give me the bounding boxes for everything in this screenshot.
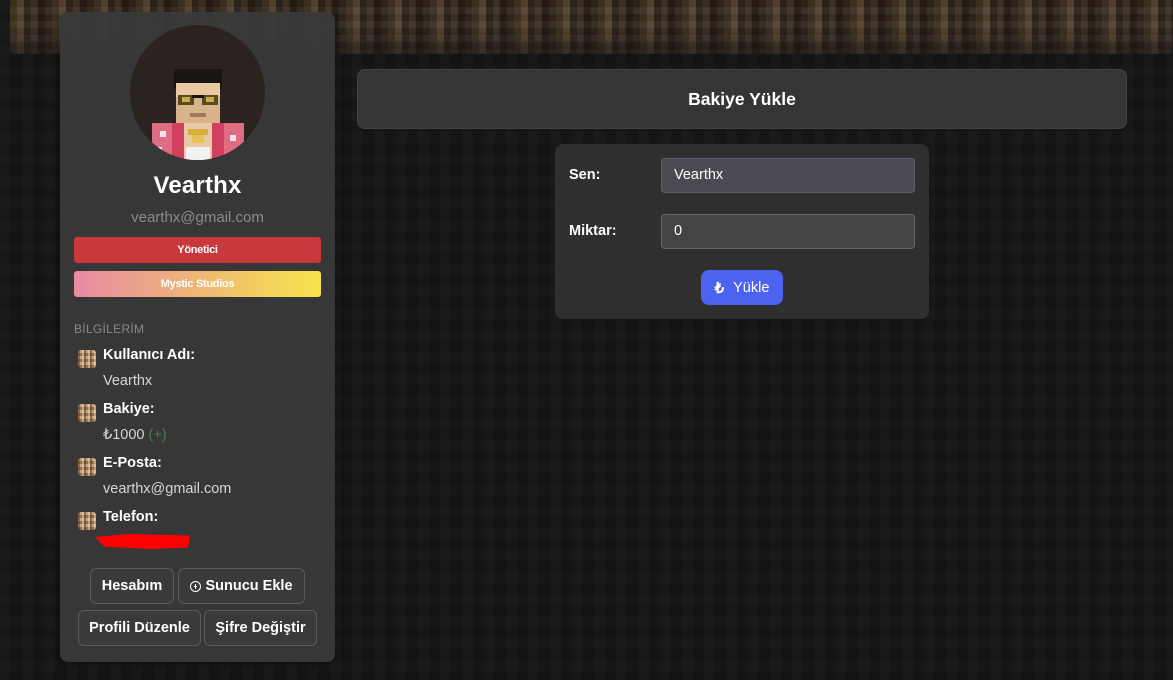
- edit-profile-button-label: Profili Düzenle: [89, 620, 190, 636]
- account-button[interactable]: Hesabım: [90, 568, 174, 604]
- dirt-block-icon: [78, 350, 96, 368]
- account-button-label: Hesabım: [101, 578, 163, 594]
- info-value: vearthx@gmail.com: [103, 481, 232, 497]
- add-server-button-label: Sunucu Ekle: [205, 578, 293, 594]
- sender-label: Sen:: [569, 167, 601, 183]
- avatar-skin-image: [130, 25, 265, 160]
- page-title: Bakiye Yükle: [357, 69, 1127, 129]
- dirt-block-icon: [78, 404, 96, 422]
- sender-field[interactable]: Vearthx: [661, 158, 915, 193]
- change-password-button[interactable]: Şifre Değiştir: [204, 610, 317, 646]
- info-label: Kullanıcı Adı:: [103, 347, 196, 363]
- amount-field[interactable]: 0: [661, 214, 915, 249]
- profile-email: vearthx@gmail.com: [131, 209, 264, 226]
- amount-label: Miktar:: [569, 223, 617, 239]
- profile-sidebar: Vearthx vearthx@gmail.com Yönetici Mysti…: [60, 12, 335, 662]
- info-value-wrapper: ₺1000 (+): [103, 427, 167, 443]
- phone-redaction-mark: [95, 534, 190, 549]
- info-label: E-Posta:: [103, 455, 162, 471]
- add-balance-link[interactable]: (+): [148, 427, 166, 443]
- balance-load-form: Sen: Vearthx Miktar: 0 ₺ Yükle: [555, 144, 929, 319]
- info-section-title: BİLGİLERİM: [74, 322, 145, 336]
- load-button-label: Yükle: [733, 279, 770, 296]
- info-label: Telefon:: [103, 509, 159, 525]
- profile-username: Vearthx: [153, 172, 242, 199]
- dirt-block-icon: [78, 512, 96, 530]
- avatar: [130, 25, 265, 160]
- team-badge: Mystic Studios: [74, 271, 321, 297]
- add-server-button[interactable]: Sunucu Ekle: [178, 568, 305, 604]
- plus-circle-icon: [190, 580, 202, 592]
- balance-value: ₺1000: [103, 427, 145, 443]
- dirt-block-icon: [78, 458, 96, 476]
- load-balance-button[interactable]: ₺ Yükle: [701, 270, 783, 305]
- info-value: Vearthx: [103, 373, 153, 389]
- edit-profile-button[interactable]: Profili Düzenle: [78, 610, 201, 646]
- page-title-text: Bakiye Yükle: [688, 88, 796, 109]
- change-password-button-label: Şifre Değiştir: [215, 620, 306, 636]
- lira-icon: ₺: [714, 279, 725, 297]
- role-badge: Yönetici: [74, 237, 321, 263]
- info-label: Bakiye:: [103, 401, 155, 417]
